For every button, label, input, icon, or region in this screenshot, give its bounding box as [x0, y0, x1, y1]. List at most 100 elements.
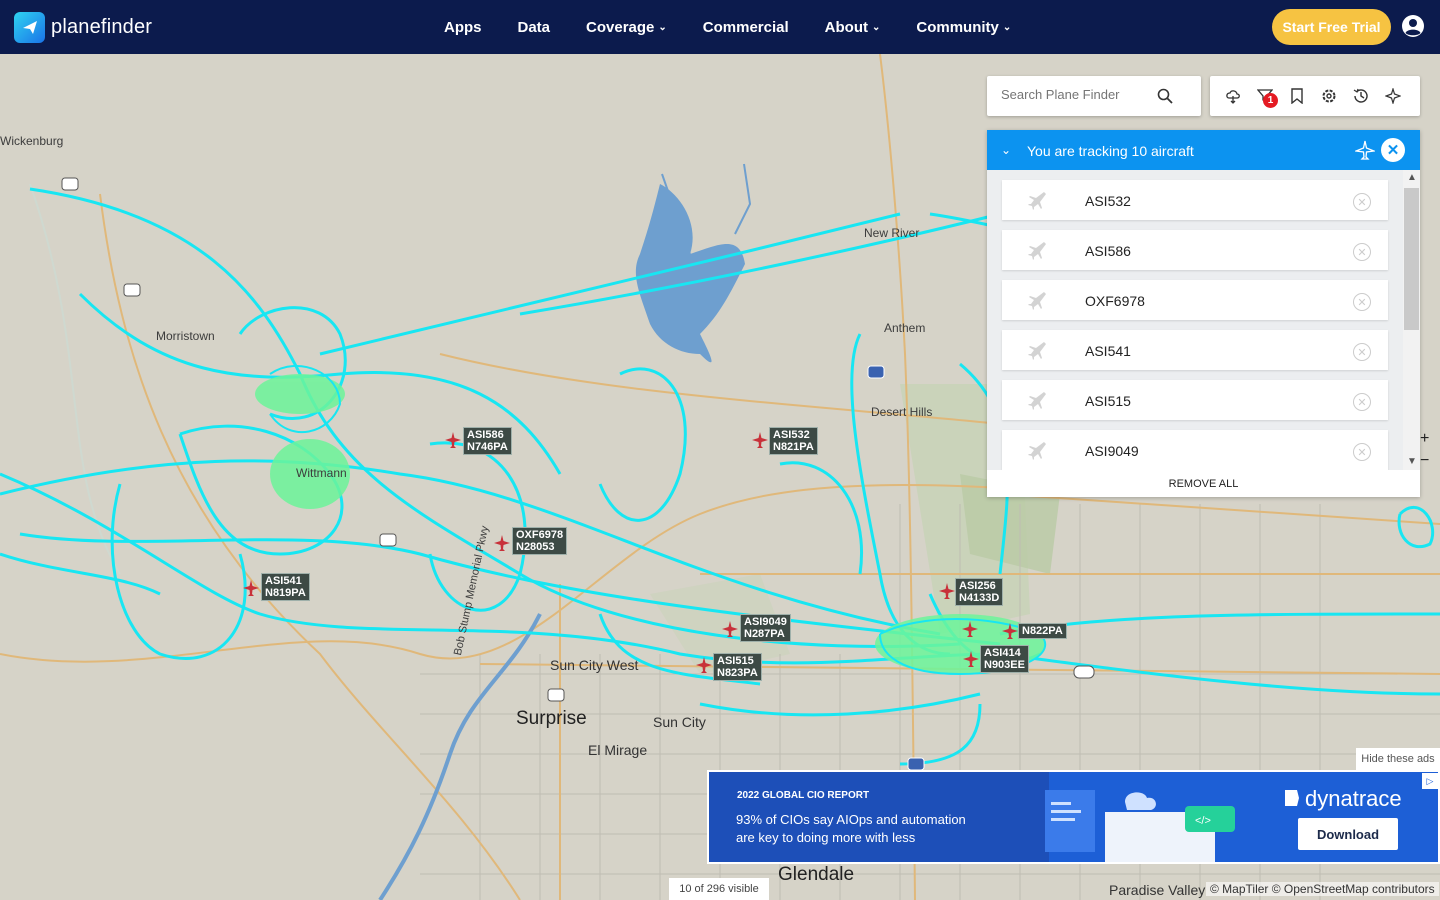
brand-name: planefinder — [51, 15, 153, 38]
aircraft-icon[interactable] — [752, 432, 768, 448]
remove-icon[interactable]: ✕ — [1353, 343, 1371, 361]
menu-apps[interactable]: Apps — [444, 19, 482, 36]
aircraft-tag[interactable]: OXF6978 N28053 — [512, 527, 568, 555]
aircraft-tag[interactable]: ASI515 N823PA — [713, 653, 762, 681]
plane-icon — [1028, 242, 1046, 260]
chevron-down-icon: ⌄ — [871, 21, 881, 33]
plane-outline-icon[interactable] — [1355, 140, 1375, 160]
playback-icon[interactable] — [1385, 88, 1401, 104]
aircraft-tag[interactable]: ASI414 N903EE — [980, 645, 1029, 673]
plane-logo-icon — [14, 11, 45, 43]
aircraft-icon[interactable] — [962, 621, 978, 637]
aircraft-label: ASI532 — [1085, 193, 1131, 209]
plane-icon — [1028, 392, 1046, 410]
aircraft-label: ASI9049 — [1085, 443, 1139, 459]
remove-icon[interactable]: ✕ — [1353, 443, 1371, 461]
weather-icon[interactable] — [1225, 88, 1241, 104]
tag-reg: N28053 — [516, 541, 555, 553]
bookmark-icon[interactable] — [1289, 88, 1305, 104]
aircraft-icon[interactable] — [494, 535, 510, 551]
aircraft-icon[interactable] — [696, 657, 712, 673]
advertisement-banner[interactable]: 2022 GLOBAL CIO REPORT 93% of CIOs say A… — [707, 770, 1440, 864]
scroll-down-icon[interactable]: ▼ — [1407, 456, 1417, 467]
aircraft-label: ASI541 — [1085, 343, 1131, 359]
plane-icon — [1028, 342, 1046, 360]
aircraft-tag[interactable]: ASI541 N819PA — [261, 573, 310, 601]
place-paradise-valley: Paradise Valley — [1109, 882, 1206, 898]
aircraft-tag[interactable]: ASI586 N746PA — [463, 427, 512, 455]
close-icon[interactable]: ✕ — [1381, 138, 1405, 162]
tracking-title: You are tracking 10 aircraft — [1027, 143, 1194, 159]
aircraft-tag[interactable]: ASI9049 N287PA — [740, 614, 791, 642]
scroll-thumb[interactable] — [1404, 188, 1419, 330]
aircraft-label: ASI515 — [1085, 393, 1131, 409]
remove-icon[interactable]: ✕ — [1353, 193, 1371, 211]
list-item[interactable]: ASI9049 ✕ — [1002, 430, 1388, 470]
ad-download-button[interactable]: Download — [1298, 818, 1398, 850]
zoom-in-button[interactable]: + — [1420, 430, 1434, 448]
ad-choices-icon[interactable]: ▷ — [1422, 773, 1438, 789]
main-menu: Apps Data Coverage ⌄ Commercial About ⌄ Co… — [444, 0, 1047, 54]
map-attribution[interactable]: © MapTiler © OpenStreetMap contributors — [1206, 882, 1439, 896]
menu-data-label: Data — [517, 18, 551, 36]
place-morristown: Morristown — [156, 329, 215, 343]
remove-icon[interactable]: ✕ — [1353, 243, 1371, 261]
menu-coverage[interactable]: Coverage ⌄ — [586, 19, 667, 36]
remove-all-button[interactable]: REMOVE ALL — [987, 470, 1420, 497]
tracking-panel: ⌄ You are tracking 10 aircraft ✕ ASI532 … — [987, 130, 1420, 497]
scroll-up-icon[interactable]: ▲ — [1407, 172, 1417, 183]
settings-icon[interactable] — [1321, 88, 1337, 104]
list-item[interactable]: ASI532 ✕ — [1002, 180, 1388, 220]
user-account-icon[interactable] — [1401, 14, 1425, 38]
aircraft-label: ASI586 — [1085, 243, 1131, 259]
map-toolbar — [1210, 76, 1420, 116]
tag-reg: N287PA — [744, 628, 785, 640]
zoom-out-button[interactable]: − — [1420, 452, 1434, 470]
plane-icon — [1028, 442, 1046, 460]
tag-flight: ASI541 — [265, 575, 302, 587]
planefinder-logo[interactable]: planefinder — [14, 11, 153, 43]
dynatrace-logo-icon — [1285, 790, 1299, 806]
place-wickenburg: Wickenburg — [0, 134, 64, 148]
start-free-trial-button[interactable]: Start Free Trial — [1272, 9, 1391, 45]
filter-count-badge: 1 — [1263, 93, 1278, 108]
remove-icon[interactable]: ✕ — [1353, 293, 1371, 311]
collapse-chevron-icon[interactable]: ⌄ — [1001, 143, 1011, 157]
place-glendale: Glendale — [778, 864, 855, 885]
tag-flight: ASI515 — [717, 655, 754, 667]
menu-about[interactable]: About ⌄ — [825, 19, 881, 36]
aircraft-icon[interactable] — [243, 580, 259, 596]
list-item[interactable]: ASI541 ✕ — [1002, 330, 1388, 370]
ad-brand: dynatrace — [1305, 786, 1402, 811]
place-surprise: Surprise — [516, 708, 587, 729]
aircraft-icon[interactable] — [1002, 623, 1018, 639]
hide-ads-link[interactable]: Hide these ads — [1356, 748, 1440, 770]
aircraft-icon[interactable] — [445, 432, 461, 448]
list-scrollbar[interactable]: ▲ ▼ — [1403, 170, 1420, 470]
aircraft-icon[interactable] — [939, 583, 955, 599]
history-icon[interactable] — [1353, 88, 1369, 104]
tag-flight: ASI586 — [467, 429, 504, 441]
place-desert-hills: Desert Hills — [871, 405, 933, 419]
tracking-panel-header[interactable]: ⌄ You are tracking 10 aircraft ✕ — [987, 130, 1420, 170]
list-item[interactable]: ASI515 ✕ — [1002, 380, 1388, 420]
aircraft-tag[interactable]: N822PA — [1018, 623, 1067, 639]
menu-community[interactable]: Community ⌄ — [916, 19, 1011, 36]
menu-commercial[interactable]: Commercial — [703, 19, 789, 36]
list-item[interactable]: ASI586 ✕ — [1002, 230, 1388, 270]
menu-data[interactable]: Data — [518, 19, 551, 36]
aircraft-icon[interactable] — [963, 651, 979, 667]
search-input[interactable] — [1001, 87, 1161, 102]
place-sun-city-west: Sun City West — [550, 657, 639, 673]
menu-about-label: About — [824, 18, 868, 36]
remove-icon[interactable]: ✕ — [1353, 393, 1371, 411]
tag-flight: ASI9049 — [744, 616, 787, 628]
search-icon[interactable] — [1157, 88, 1173, 104]
list-item[interactable]: OXF6978 ✕ — [1002, 280, 1388, 320]
place-anthem: Anthem — [884, 321, 926, 335]
aircraft-tag[interactable]: ASI532 N821PA — [769, 427, 818, 455]
aircraft-tag[interactable]: ASI256 N4133D — [955, 578, 1004, 606]
ad-line-2: are key to doing more with less — [736, 830, 916, 845]
tag-reg: N819PA — [265, 587, 306, 599]
aircraft-icon[interactable] — [722, 621, 738, 637]
